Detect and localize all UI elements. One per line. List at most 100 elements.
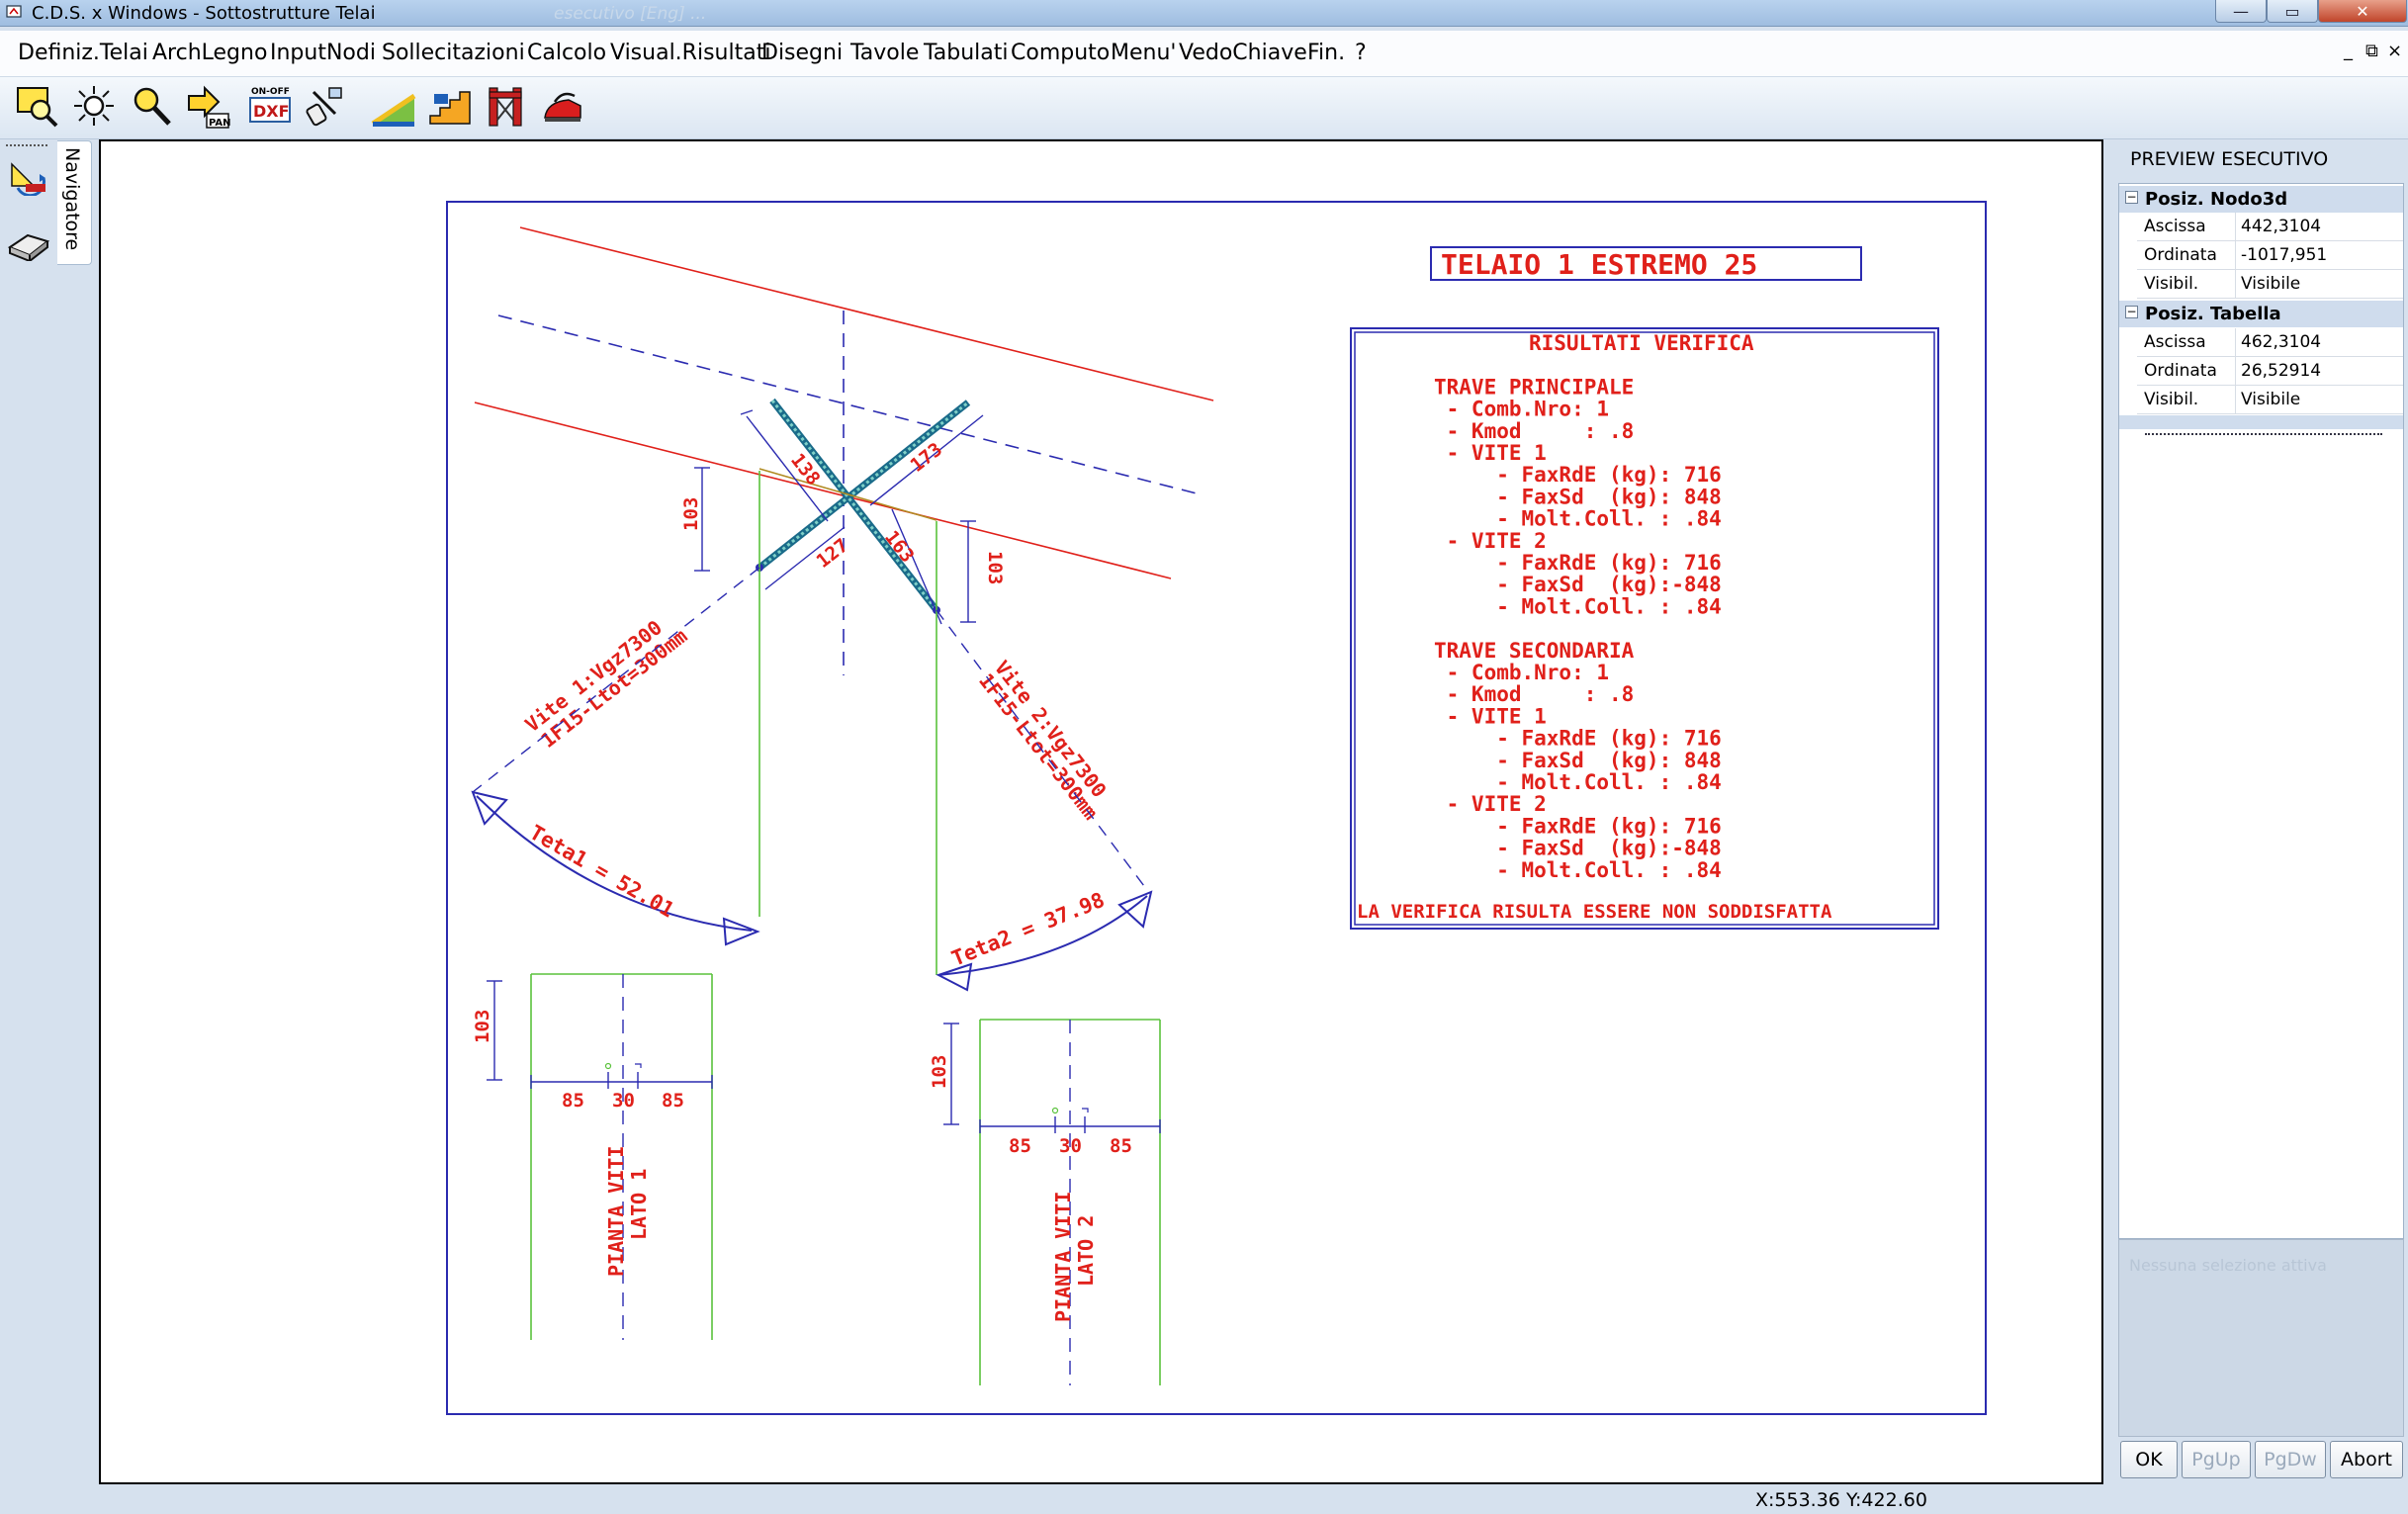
menu-disegni[interactable]: Disegni	[761, 41, 843, 65]
drawing-canvas[interactable]: TELAIO 1 ESTREMO 25 RISULTATI VERIFICA TR…	[99, 139, 2103, 1484]
stair-button[interactable]	[425, 82, 473, 132]
results-line: - FaxRdE (kg): 716	[1434, 463, 1722, 487]
prop-row[interactable]: Visibil. Visibile	[2137, 386, 2403, 414]
prop-row[interactable]: Visibil. Visibile	[2137, 270, 2403, 299]
pgup-button[interactable]: PgUp	[2182, 1441, 2251, 1478]
row-divider	[2235, 241, 2236, 269]
row-divider	[2235, 213, 2236, 240]
dim-103-left: 103	[680, 497, 702, 531]
iso-view-icon[interactable]	[6, 222, 51, 261]
frame-button[interactable]	[483, 82, 530, 132]
prop-value[interactable]: -1017,951	[2241, 245, 2327, 265]
menu-help[interactable]: ?	[1355, 41, 1367, 65]
window-title-ghost: esecutivo [Eng] ...	[554, 4, 707, 24]
menu-sollecitazioni[interactable]: Sollecitazioni	[382, 41, 525, 65]
results-line: - FaxSd (kg): 848	[1434, 749, 1722, 772]
prop-value[interactable]: 462,3104	[2241, 332, 2321, 352]
plan1-dim-85-right: 85	[662, 1090, 684, 1112]
contact-line	[758, 468, 937, 521]
prop-row[interactable]: Ordinata -1017,951	[2137, 241, 2403, 270]
rotate-view-icon[interactable]	[6, 156, 51, 196]
mdi-close-button[interactable]: ×	[2387, 41, 2402, 61]
pan-button[interactable]: PAN	[184, 82, 231, 132]
dxf-toggle-button[interactable]: ON-OFF DXF	[247, 82, 295, 132]
row-divider	[2235, 270, 2236, 298]
grip-handle[interactable]	[6, 144, 47, 146]
teta1-arrow-end	[722, 917, 760, 946]
teta2-ray	[936, 609, 1148, 891]
cad-drawing[interactable]: TELAIO 1 ESTREMO 25 RISULTATI VERIFICA TR…	[101, 141, 2101, 1482]
prop-key: Ordinata	[2144, 361, 2217, 381]
menu-visual-risultati[interactable]: Visual.Risultati	[610, 41, 770, 65]
pgdw-button[interactable]: PgDw	[2255, 1441, 2326, 1478]
mdi-minimize-button[interactable]: _	[2344, 41, 2353, 61]
navigator-label: Navigatore	[61, 147, 83, 251]
menu-tavole[interactable]: Tavole	[850, 41, 919, 65]
prop-row[interactable]: Ordinata 26,52914	[2137, 357, 2403, 386]
group-posiz-nodo3d[interactable]: − Posiz. Nodo3d	[2119, 186, 2403, 213]
sheet-border	[446, 201, 1987, 1415]
prop-key: Ascissa	[2144, 332, 2206, 352]
select-button[interactable]	[305, 82, 352, 132]
dim-163: 163	[880, 527, 918, 568]
menu-computo[interactable]: Computo	[1011, 41, 1110, 65]
zoom-extents-icon	[74, 86, 114, 126]
prop-key: Visibil.	[2144, 274, 2199, 294]
property-list[interactable]: − Posiz. Nodo3d Ascissa 442,3104 Ordinat…	[2118, 183, 2404, 1239]
maximize-button[interactable]: ▭	[2267, 0, 2318, 23]
preview-panel: PREVIEW ESECUTIVO − Posiz. Nodo3d Asciss…	[2114, 139, 2408, 1484]
teta1-label: Teta1 = 52.01	[526, 821, 678, 923]
prop-row[interactable]: Ascissa 462,3104	[2137, 328, 2403, 357]
menu-fin[interactable]: Fin.	[1307, 41, 1345, 65]
plan1-dim-85-left: 85	[562, 1090, 584, 1112]
title-bar: C.D.S. x Windows - Sottostrutture Telai …	[0, 0, 2408, 27]
group-label: Posiz. Tabella	[2145, 304, 2281, 324]
collapse-toggle[interactable]: −	[2125, 191, 2138, 204]
group-posiz-tabella[interactable]: − Posiz. Tabella	[2119, 301, 2403, 327]
collapse-toggle[interactable]: −	[2125, 306, 2138, 318]
frame-icon	[489, 87, 522, 127]
results-line: - Comb.Nro: 1	[1434, 661, 1609, 684]
minimize-button[interactable]: —	[2215, 0, 2267, 23]
menu-tabulati[interactable]: Tabulati	[924, 41, 1009, 65]
menu-calcolo[interactable]: Calcolo	[527, 41, 606, 65]
status-bar: X:553.36 Y:422.60	[0, 1485, 2408, 1514]
screw-2	[769, 398, 939, 613]
menu-inputnodi[interactable]: InputNodi	[270, 41, 376, 65]
ok-button[interactable]: OK	[2120, 1441, 2178, 1478]
results-line: RISULTATI VERIFICA	[1529, 331, 1754, 355]
prop-value[interactable]: 442,3104	[2241, 217, 2321, 236]
prop-value[interactable]: Visibile	[2241, 274, 2300, 294]
prop-row[interactable]: Ascissa 442,3104	[2137, 213, 2403, 241]
prop-value[interactable]: 26,52914	[2241, 361, 2321, 381]
prop-value[interactable]: Visibile	[2241, 390, 2300, 409]
zoom-extents-button[interactable]	[71, 82, 119, 132]
abort-button[interactable]: Abort	[2330, 1441, 2403, 1478]
results-line: - VITE 1	[1434, 441, 1547, 465]
menu-menu[interactable]: Menu'	[1111, 41, 1176, 65]
plan2-dim-85-right: 85	[1110, 1135, 1132, 1157]
menu-definiz-telai[interactable]: Definiz.Telai	[18, 41, 148, 65]
mdi-restore-button[interactable]: ⧉	[2365, 41, 2378, 61]
results-line: TRAVE SECONDARIA	[1434, 639, 1635, 663]
group-label: Posiz. Nodo3d	[2145, 189, 2288, 210]
close-button[interactable]: ✕	[2318, 0, 2407, 23]
ramp-button[interactable]	[370, 82, 417, 132]
results-line: - FaxSd (kg):-848	[1434, 573, 1722, 596]
pan-label: PAN	[209, 118, 230, 129]
window-title: C.D.S. x Windows - Sottostrutture Telai	[32, 3, 376, 24]
select-icon	[306, 87, 342, 127]
head-dim-right	[960, 520, 976, 623]
iron-button[interactable]	[540, 82, 587, 132]
drawing-title: TELAIO 1 ESTREMO 25	[1441, 248, 1757, 281]
dim-127: 127	[813, 534, 853, 572]
menu-vedochiave[interactable]: VedoChiave	[1179, 41, 1307, 65]
plan2-label-line2: LATO 2	[1074, 1215, 1098, 1287]
teta2-arrow-end	[936, 962, 973, 992]
zoom-window-button[interactable]	[14, 82, 61, 132]
results-line: - FaxRdE (kg): 716	[1434, 727, 1722, 751]
plan1-dim-103: 103	[472, 1010, 493, 1043]
menu-archlegno[interactable]: ArchLegno	[152, 41, 267, 65]
zoom-in-button[interactable]	[129, 82, 176, 132]
navigator-tab[interactable]: Navigatore	[57, 140, 92, 265]
